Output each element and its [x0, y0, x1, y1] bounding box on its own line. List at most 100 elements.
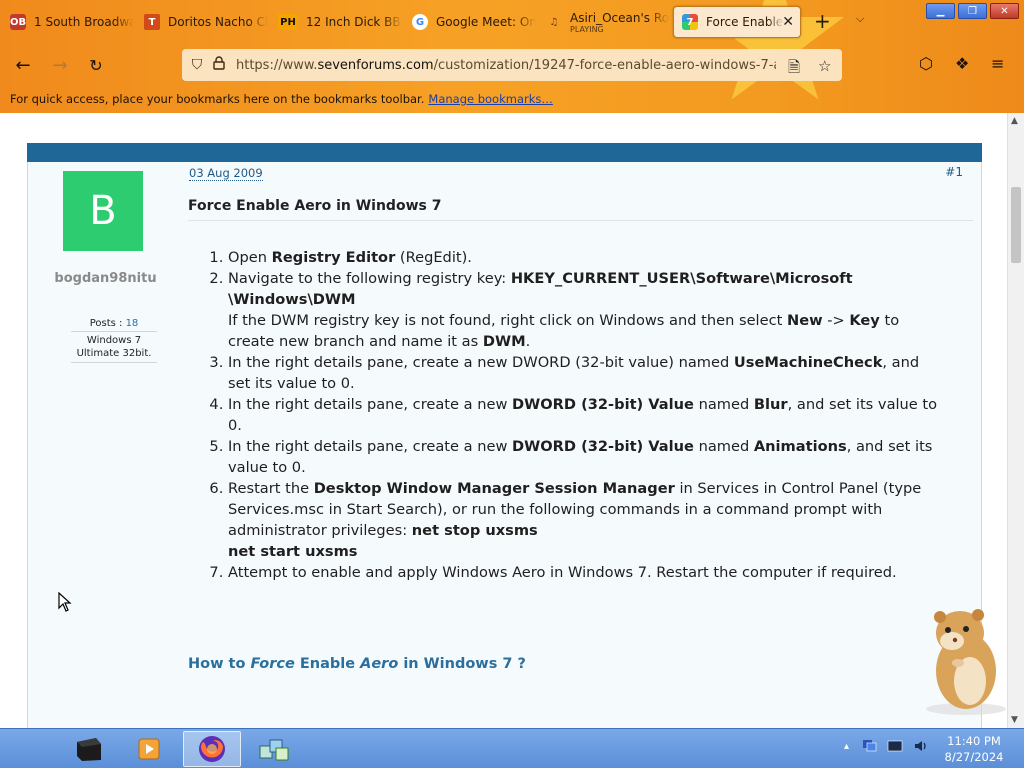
maximize-button[interactable]: ❐: [958, 3, 987, 19]
system-spec: Windows 7 Ultimate 32bit.: [71, 332, 157, 363]
favicon-icon: OB: [10, 14, 26, 30]
favicon-icon: 7: [682, 14, 698, 30]
page-scrollbar[interactable]: ▲ ▼: [1007, 113, 1024, 728]
tab-playing-label: PLAYING: [570, 24, 604, 34]
tab-title: 1 South Broadway: [34, 15, 134, 29]
step-text: Open: [228, 249, 272, 266]
url-domain: sevenforums.com: [317, 57, 434, 73]
steps-list: Open Registry Editor (RegEdit).Navigate …: [228, 247, 940, 583]
reload-icon[interactable]: ↻: [83, 53, 109, 77]
close-tab-icon[interactable]: ✕: [782, 14, 794, 30]
minimize-button[interactable]: ▁: [926, 3, 955, 19]
step-item: In the right details pane, create a new …: [228, 394, 940, 436]
volume-icon[interactable]: [913, 741, 929, 752]
step-text: If the DWM registry key is not found, ri…: [228, 312, 787, 329]
mouse-cursor-icon: [58, 592, 72, 612]
url-text[interactable]: https://www.sevenforums.com/customizatio…: [236, 58, 776, 73]
tab-6-active[interactable]: 7 Force Enable Aero ✕: [673, 6, 801, 38]
windows-taskbar: ▴ 11:40 PM 8/27/2024: [0, 728, 1024, 768]
google-icon: G: [412, 14, 428, 30]
taskbar-network-app-icon[interactable]: [245, 731, 303, 767]
action-center-icon[interactable]: [887, 740, 906, 752]
lock-icon[interactable]: [208, 56, 230, 74]
tab-1[interactable]: OB 1 South Broadway: [2, 6, 134, 38]
pocket-icon[interactable]: ⬡: [919, 54, 933, 73]
author-panel: B bogdan98nitu Posts : 18 Windows 7 Ulti…: [28, 162, 183, 728]
step-item: Restart the Desktop Window Manager Sessi…: [228, 478, 940, 562]
url-prefix: https://www.: [236, 57, 318, 73]
avatar[interactable]: B: [63, 171, 143, 251]
scroll-up-icon[interactable]: ▲: [1011, 116, 1018, 126]
tab-4[interactable]: G Google Meet: Online: [404, 6, 536, 38]
step-bold-term: net stop uxsms: [411, 522, 538, 539]
extensions-icon[interactable]: ❖: [955, 54, 969, 73]
user-info: Posts : 18 Windows 7 Ultimate 32bit.: [71, 317, 157, 363]
step-text: In the right details pane, create a new: [228, 396, 513, 413]
manage-bookmarks-link[interactable]: Manage bookmarks…: [428, 92, 553, 106]
clock-date: 8/27/2024: [944, 750, 1004, 764]
step-bold-term: DWORD (32-bit) Value: [512, 438, 694, 455]
scroll-thumb[interactable]: [1011, 187, 1021, 263]
step-bold-term: UseMachineCheck: [733, 354, 883, 371]
bookmark-star-icon[interactable]: ☆: [818, 57, 831, 75]
step-item: Attempt to enable and apply Windows Aero…: [228, 562, 940, 583]
clock-time: 11:40 PM: [947, 734, 1001, 748]
step-item: Open Registry Editor (RegEdit).: [228, 247, 940, 268]
related-link-text: Force: [250, 656, 295, 672]
taskbar-app-dark-icon[interactable]: [60, 731, 118, 767]
tab-title: Force Enable Aero: [706, 15, 784, 29]
navigation-toolbar: ← → ↻ ⛉ https://www.sevenforums.com/cust…: [0, 44, 1024, 86]
taskbar-media-player-icon[interactable]: [120, 731, 178, 767]
step-text: (RegEdit).: [395, 249, 472, 266]
tab-title: 12 Inch Dick BBC: [306, 15, 402, 29]
favicon-icon: T: [144, 14, 160, 30]
posts-count-row: Posts : 18: [71, 317, 157, 332]
username[interactable]: bogdan98nitu: [28, 271, 183, 286]
post-title: Force Enable Aero in Windows 7: [188, 198, 973, 221]
hamster-sticker: [926, 609, 1006, 715]
post-number-link[interactable]: #1: [945, 165, 963, 179]
step-text: .: [525, 333, 531, 350]
post-date[interactable]: 03 Aug 2009: [189, 166, 263, 181]
step-bold-term: net start uxsms: [228, 543, 358, 560]
menu-hamburger-icon[interactable]: ≡: [991, 54, 1004, 73]
forward-arrow-icon[interactable]: →: [47, 53, 73, 77]
tab-title: Doritos Nacho Cheese: [168, 15, 268, 29]
system-clock[interactable]: 11:40 PM 8/27/2024: [940, 733, 1008, 765]
back-arrow-icon[interactable]: ←: [10, 53, 36, 77]
os-line-1: Windows 7: [86, 335, 142, 346]
show-hidden-icons-icon[interactable]: ▴: [844, 741, 849, 752]
tab-2[interactable]: T Doritos Nacho Cheese: [136, 6, 268, 38]
step-item: Navigate to the following registry key: …: [228, 268, 940, 352]
step-bold-term: Desktop Window Manager Session Manager: [313, 480, 675, 497]
step-bold-term: Key: [849, 312, 880, 329]
related-link-text: Enable: [294, 656, 361, 672]
related-link-text: in Windows 7 ?: [398, 656, 526, 672]
close-window-button[interactable]: ✕: [990, 3, 1019, 19]
step-bold-term: Animations: [753, 438, 847, 455]
tab-list-chevron-icon[interactable]: ⌵: [856, 12, 864, 26]
tracking-protection-shield-icon[interactable]: ⛉: [186, 57, 208, 73]
related-thread-link[interactable]: How to Force Enable Aero in Windows 7 ?: [188, 656, 526, 672]
reader-view-icon[interactable]: 🗎: [788, 57, 800, 82]
bookmarks-hint-text: For quick access, place your bookmarks h…: [10, 92, 425, 106]
step-text: ->: [822, 312, 850, 329]
address-bar[interactable]: ⛉ https://www.sevenforums.com/customizat…: [182, 49, 842, 81]
scroll-down-icon[interactable]: ▼: [1011, 715, 1018, 725]
tab-3[interactable]: PH 12 Inch Dick BBC: [270, 6, 402, 38]
posts-count-link[interactable]: 18: [126, 318, 139, 329]
step-bold-term: DWORD (32-bit) Value: [512, 396, 694, 413]
network-icon[interactable]: [862, 740, 881, 752]
related-link-text: Aero: [360, 656, 399, 672]
tab-title: Asiri_Ocean's Ro: [570, 10, 669, 25]
tab-strip: OB 1 South Broadway T Doritos Nacho Chee…: [0, 0, 1024, 44]
post-header-bar: [27, 143, 982, 162]
tab-5[interactable]: ♫ Asiri_Ocean's Ro PLAYING: [538, 6, 670, 38]
browser-chrome: OB 1 South Broadway T Doritos Nacho Chee…: [0, 0, 1024, 113]
os-line-2: Ultimate 32bit.: [76, 348, 152, 359]
new-tab-button[interactable]: +: [814, 9, 831, 33]
tab-title-block: Asiri_Ocean's Ro PLAYING: [570, 11, 669, 34]
step-text: In the right details pane, create a new: [228, 438, 513, 455]
audio-icon: ♫: [549, 16, 559, 28]
taskbar-firefox-icon[interactable]: [183, 731, 241, 767]
